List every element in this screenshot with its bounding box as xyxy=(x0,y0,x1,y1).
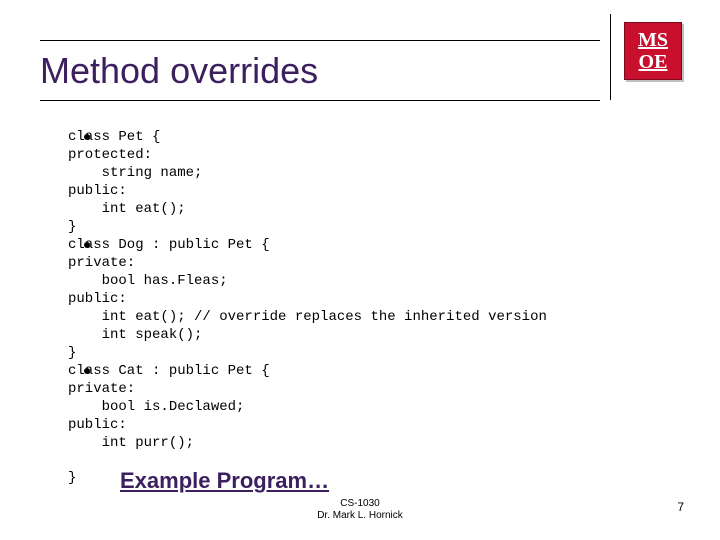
logo-line1: MS xyxy=(638,29,668,51)
body: class Pet { protected: string name; publ… xyxy=(40,128,680,452)
logo-box: MS OE xyxy=(624,22,682,80)
code-block-cat: class Cat : public Pet { private: bool i… xyxy=(68,362,680,452)
title-bottom-rule xyxy=(40,100,600,101)
msoe-logo: MS OE xyxy=(624,22,684,90)
slide-title: Method overrides xyxy=(40,50,318,92)
code-block-dog: class Dog : public Pet { private: bool h… xyxy=(68,236,680,362)
title-top-rule xyxy=(40,40,600,41)
footer-course: CS-1030 xyxy=(0,498,720,510)
bullet-icon xyxy=(84,368,90,374)
footer: CS-1030 Dr. Mark L. Hornick xyxy=(0,498,720,522)
bullet-icon xyxy=(84,242,90,248)
logo-divider xyxy=(610,14,611,100)
code-closing-brace: } xyxy=(68,470,76,486)
slide: Method overrides MS OE class Pet { prote… xyxy=(0,0,720,540)
example-program-link[interactable]: Example Program… xyxy=(120,468,329,494)
page-number: 7 xyxy=(677,500,684,514)
footer-author: Dr. Mark L. Hornick xyxy=(0,510,720,522)
bullet-icon xyxy=(84,134,90,140)
logo-line2: OE xyxy=(639,51,668,73)
code-block-pet: class Pet { protected: string name; publ… xyxy=(68,128,680,236)
